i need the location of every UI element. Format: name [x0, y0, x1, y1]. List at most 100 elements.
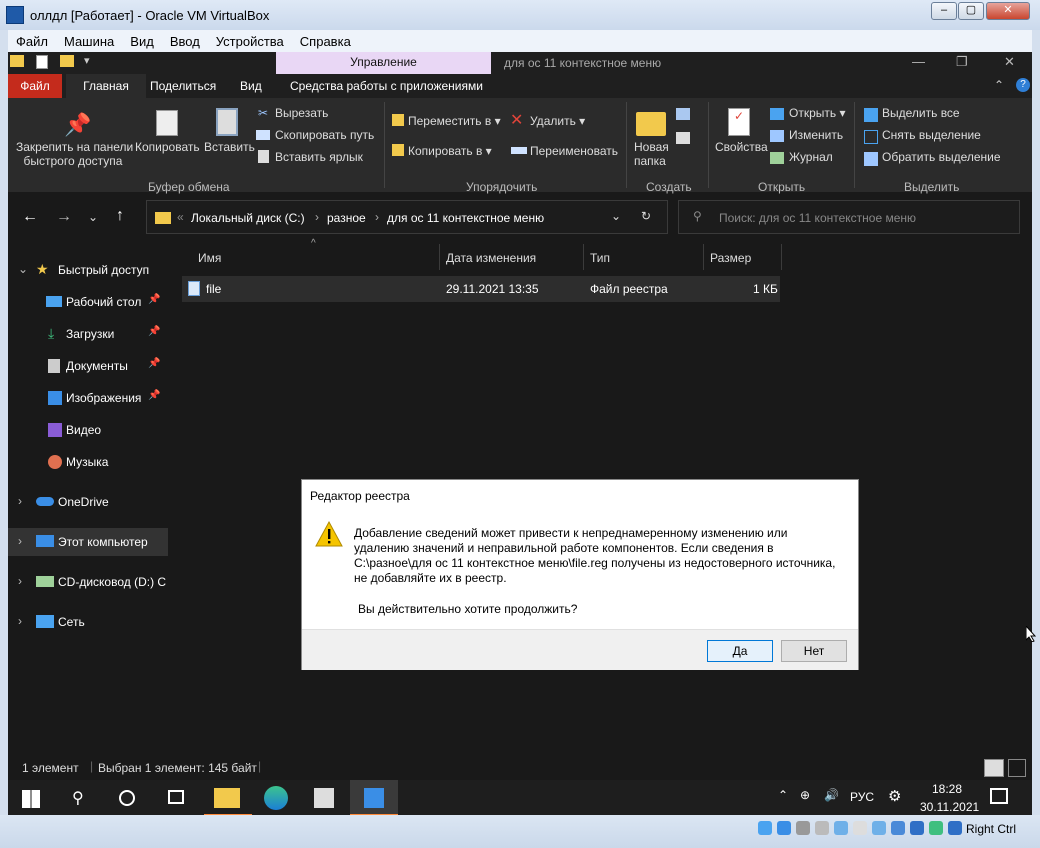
edit-button[interactable]: Изменить [789, 128, 843, 142]
chevron-right-icon[interactable]: › [18, 534, 22, 548]
close-button[interactable]: ✕ [986, 2, 1030, 20]
speaker-icon[interactable]: 🔊 [824, 788, 839, 802]
vt-x-icon[interactable] [910, 821, 924, 835]
gear-icon[interactable]: ⚙ [888, 787, 901, 805]
refresh-icon[interactable]: ↻ [641, 209, 651, 223]
language-indicator[interactable]: РУС [850, 790, 874, 804]
recent-locations-icon[interactable]: ⌄ [88, 210, 98, 224]
breadcrumb-drive[interactable]: Локальный диск (C:) [191, 211, 305, 225]
copy-to-button[interactable]: Копировать в ▾ [408, 144, 492, 158]
menu-file[interactable]: Файл [8, 34, 56, 49]
large-icons-view-icon[interactable] [1008, 759, 1026, 777]
tab-file[interactable]: Файл [8, 74, 62, 98]
breadcrumb-sep-icon[interactable]: › [375, 210, 379, 224]
address-dropdown-icon[interactable]: ⌄ [611, 209, 621, 223]
notifications-icon[interactable] [990, 788, 1008, 804]
help-icon[interactable]: ? [1016, 78, 1030, 92]
select-all-button[interactable]: Выделить все [882, 106, 960, 120]
taskbar-explorer[interactable] [204, 780, 252, 815]
clock-date[interactable]: 30.11.2021 [920, 800, 979, 814]
globe-icon[interactable]: ⊕ [800, 788, 810, 802]
column-name[interactable]: Имя [198, 244, 221, 272]
chevron-right-icon[interactable]: › [18, 574, 22, 588]
network-adapter-icon[interactable] [815, 821, 829, 835]
cut-button[interactable]: Вырезать [275, 106, 328, 120]
pin-icon[interactable]: 📌 [148, 358, 160, 369]
invert-selection-button[interactable]: Обратить выделение [882, 150, 1001, 164]
select-none-button[interactable]: Снять выделение [882, 128, 981, 142]
start-button[interactable] [8, 780, 56, 815]
cortana-button[interactable] [104, 780, 152, 815]
taskbar-store[interactable] [300, 780, 348, 815]
address-bar[interactable]: « Локальный диск (C:) › разное › для ос … [146, 200, 668, 234]
sidebar-item-videos[interactable]: Видео [8, 416, 168, 444]
history-button[interactable]: Журнал [789, 150, 833, 164]
new-item-icon[interactable] [676, 108, 690, 120]
column-type[interactable]: Тип [590, 244, 610, 272]
chevron-right-icon[interactable]: › [18, 614, 22, 628]
delete-button[interactable]: Удалить ▾ [530, 114, 585, 128]
sidebar-onedrive[interactable]: › OneDrive [8, 488, 168, 516]
details-view-icon[interactable] [984, 759, 1004, 777]
maximize-button[interactable]: ▢ [958, 2, 984, 20]
copy-path-button[interactable]: Скопировать путь [275, 128, 374, 142]
breadcrumb-folder[interactable]: для ос 11 контекстное меню [387, 211, 544, 225]
rename-button[interactable]: Переименовать [530, 144, 618, 158]
minimize-button[interactable]: – [931, 2, 957, 20]
taskbar-edge[interactable] [252, 780, 300, 815]
column-date[interactable]: Дата изменения [446, 244, 536, 272]
pin-button[interactable]: Закрепить на панели быстрого доступа [16, 140, 133, 168]
overflow-chevron-icon[interactable]: « [177, 210, 184, 224]
properties-button[interactable]: Свойства [715, 140, 768, 154]
sidebar-item-pictures[interactable]: Изображения 📌 [8, 384, 168, 412]
context-tab-manage[interactable]: Управление [276, 52, 491, 74]
optical-drive-icon[interactable] [777, 821, 791, 835]
mouse-integration-icon[interactable] [929, 821, 943, 835]
sidebar-item-desktop[interactable]: Рабочий стол 📌 [8, 288, 168, 316]
chevron-down-icon[interactable]: ⌄ [18, 262, 28, 276]
open-button[interactable]: Открыть ▾ [789, 106, 846, 120]
breadcrumb-sep-icon[interactable]: › [315, 210, 319, 224]
tab-app-tools[interactable]: Средства работы с приложениями [278, 74, 495, 98]
menu-devices[interactable]: Устройства [208, 34, 292, 49]
no-button[interactable]: Нет [781, 640, 847, 662]
column-divider[interactable] [439, 244, 440, 270]
column-size[interactable]: Размер [710, 244, 751, 272]
sidebar-item-music[interactable]: Музыка [8, 448, 168, 476]
forward-icon[interactable]: → [56, 208, 72, 226]
sidebar-cd-drive[interactable]: › CD-дисковод (D:) C [8, 568, 168, 596]
ex-maximize-icon[interactable]: ❐ [956, 54, 968, 70]
clock-time[interactable]: 18:28 [932, 782, 962, 796]
tab-view[interactable]: Вид [228, 74, 274, 98]
search-taskbar-button[interactable]: ⚲ [56, 780, 104, 815]
pin-icon[interactable]: 📌 [148, 390, 160, 401]
properties-icon[interactable] [36, 55, 48, 69]
copy-button[interactable]: Копировать [135, 140, 200, 154]
task-view-button[interactable] [152, 780, 200, 815]
collapse-ribbon-icon[interactable]: ⌃ [994, 78, 1004, 92]
recording-icon[interactable] [891, 821, 905, 835]
taskbar-regedit[interactable] [350, 780, 398, 815]
display-icon[interactable] [872, 821, 886, 835]
yes-button[interactable]: Да [707, 640, 773, 662]
column-divider[interactable] [781, 244, 782, 270]
breadcrumb-misc[interactable]: разное [327, 211, 366, 225]
pin-icon[interactable]: 📌 [148, 294, 160, 305]
menu-input[interactable]: Ввод [162, 34, 208, 49]
sidebar-item-documents[interactable]: Документы 📌 [8, 352, 168, 380]
move-to-button[interactable]: Переместить в ▾ [408, 114, 501, 128]
new-folder-button[interactable]: Новая папка [634, 140, 669, 168]
paste-button[interactable]: Вставить [204, 140, 255, 154]
qat-dropdown-icon[interactable]: ▾ [84, 54, 90, 67]
sidebar-quick-access[interactable]: ⌄ ★ Быстрый доступ [8, 256, 168, 284]
menu-help[interactable]: Справка [292, 34, 359, 49]
usb-icon[interactable] [834, 821, 848, 835]
menu-view[interactable]: Вид [122, 34, 162, 49]
paste-shortcut-button[interactable]: Вставить ярлык [275, 150, 363, 164]
sidebar-item-downloads[interactable]: ⤓ Загрузки 📌 [8, 320, 168, 348]
ex-close-icon[interactable]: ✕ [1004, 54, 1015, 70]
sidebar-network[interactable]: › Сеть [8, 608, 168, 636]
chevron-up-icon[interactable]: ⌃ [778, 788, 788, 802]
pin-icon[interactable]: 📌 [148, 326, 160, 337]
easy-access-icon[interactable] [676, 132, 690, 144]
